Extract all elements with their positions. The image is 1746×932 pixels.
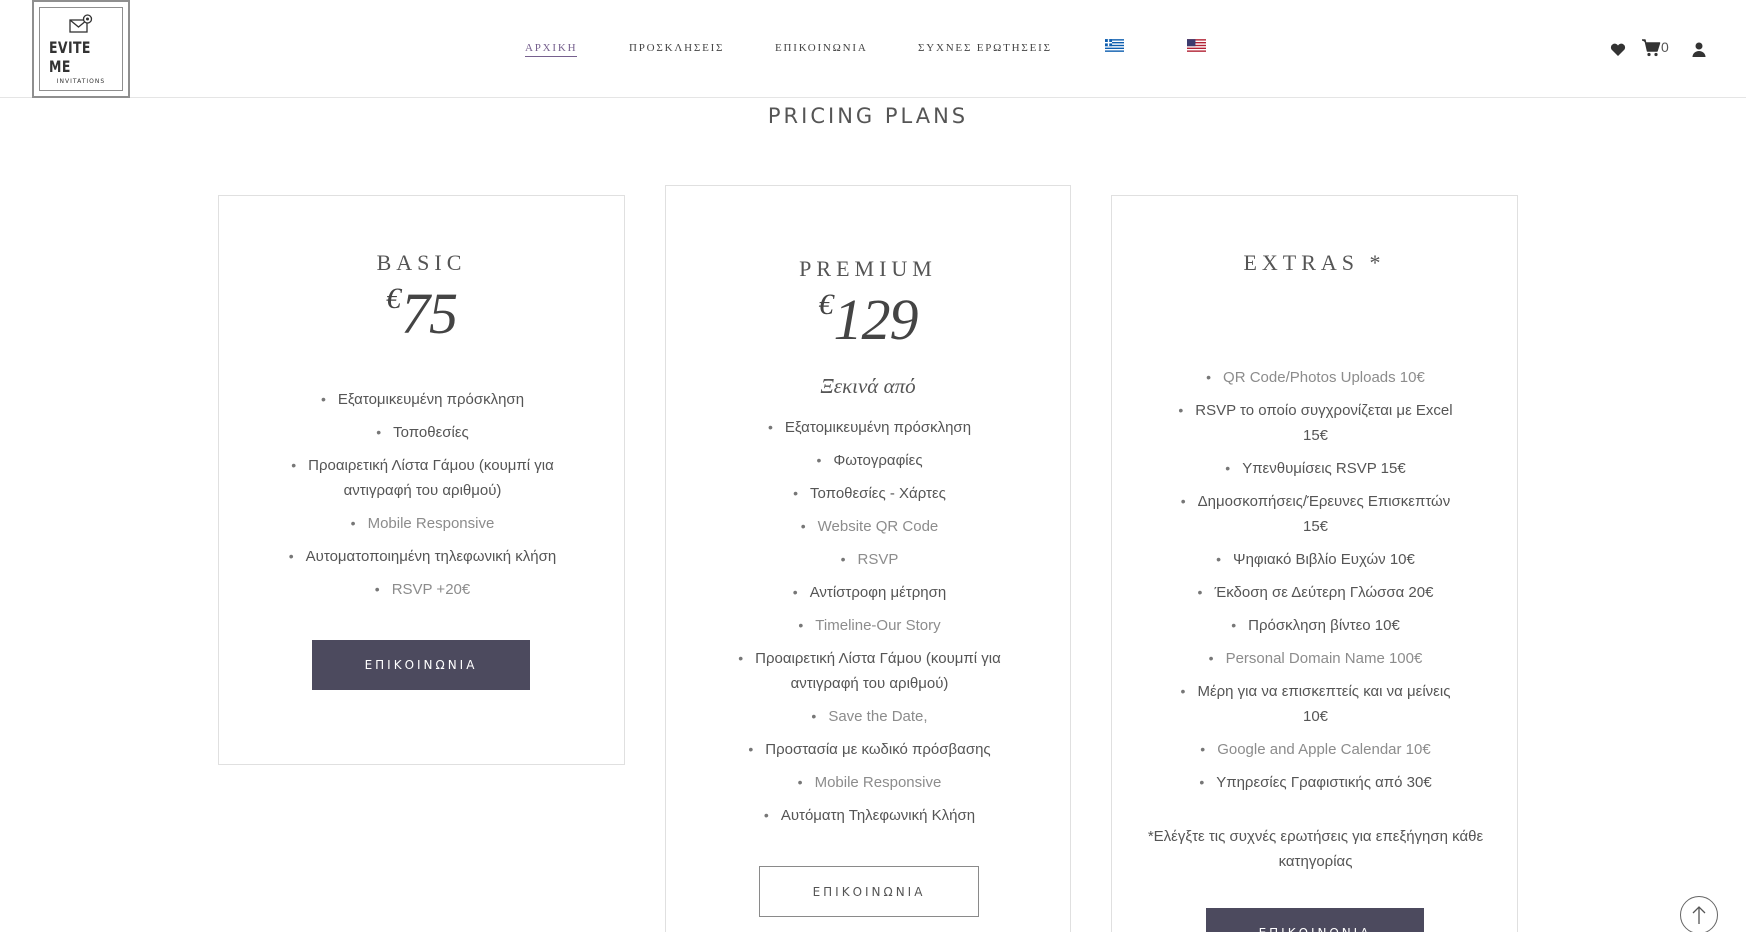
list-item: • Τοποθεσίες (376, 424, 469, 441)
price-currency: € (386, 282, 401, 315)
list-item: • Timeline-Our Story (798, 617, 941, 634)
list-item: • Αντίστροφη μέτρηση (792, 584, 947, 601)
feature-list: • QR Code/Photos Uploads 10€ • RSVP το οπο… (1172, 365, 1459, 803)
list-item: • RSVP το οποίο συγχρονίζεται με Excel 15… (1178, 402, 1453, 444)
list-item: • Mobile Responsive (350, 515, 495, 532)
list-item: • Εξατομικευμένη πρόσκληση (767, 419, 972, 436)
list-item: • Website QR Code (800, 518, 939, 535)
list-item: • Google and Apple Calendar 10€ (1200, 741, 1431, 758)
list-item: • Save the Date, (811, 708, 928, 725)
list-item: • Δημοσκοπήσεις/Έρευνες Επισκεπτών 15€ (1180, 493, 1451, 535)
list-item: • Υπενθυμίσεις RSVP 15€ (1225, 460, 1406, 477)
cart-count[interactable]: 0 (1661, 39, 1669, 55)
extras-footnote: *Ελέγξτε τις συχνές ερωτήσεις για επεξήγ… (1147, 828, 1484, 870)
list-item: • Ψηφιακό Βιβλίο Ευχών 10€ (1216, 551, 1415, 568)
list-item: • Αυτοματοποιημένη τηλεφωνική κλήση (288, 548, 557, 565)
greek-flag-icon[interactable] (1105, 39, 1124, 52)
list-item: • RSVP +20€ (374, 581, 471, 598)
cart-icon[interactable] (1641, 39, 1661, 57)
user-icon[interactable] (1692, 42, 1706, 57)
price-amount: 129 (833, 287, 919, 352)
site-header: EVITE ME INVITATIONS ΑΡΧΙΚΗ ΠΡΟΣΚΛΗΣΕΙΣ … (0, 0, 1746, 98)
plan-name: BASIC (376, 250, 467, 275)
feature-list: • Εξατομικευμένη πρόσκληση • Τοποθεσίες • Π… (279, 387, 566, 610)
pricing-card-premium: PREMIUM €129 Ξεκινά από • Εξατομικευμένη … (665, 185, 1071, 932)
feature-list: • Εξατομικευμένη πρόσκληση • Φωτογραφίες •… (726, 415, 1013, 836)
list-item: • Personal Domain Name 100€ (1208, 650, 1423, 667)
list-item: • Φωτογραφίες (816, 452, 923, 469)
section-title: PRICING PLANS (767, 104, 969, 128)
list-item: • Προαιρετική Λίστα Γάμου (κουμπί για αντ… (738, 650, 1001, 692)
contact-button-premium[interactable]: ΕΠΙΚΟΙΝΩΝΙΑ (759, 866, 979, 917)
list-item: • Τοποθεσίες - Χάρτες (793, 485, 946, 502)
arrow-up-icon (1692, 906, 1706, 924)
main-nav: ΑΡΧΙΚΗ ΠΡΟΣΚΛΗΣΕΙΣ ΕΠΙΚΟΙΝΩΝΙΑ ΣΥΧΝΕΣ ΕΡ… (0, 38, 1746, 58)
logo-subtitle: INVITATIONS (56, 77, 106, 85)
scroll-to-top-button[interactable] (1680, 896, 1718, 932)
price-amount: 75 (401, 281, 458, 346)
list-item: • Προστασία με κωδικό πρόσβασης (748, 741, 991, 758)
list-item: • Πρόσκληση βίντεο 10€ (1231, 617, 1400, 634)
nav-item-invitations[interactable]: ΠΡΟΣΚΛΗΣΕΙΣ (629, 42, 724, 54)
pricing-card-basic: BASIC €75 • Εξατομικευμένη πρόσκληση • Τοπ… (218, 195, 625, 765)
price-currency: € (818, 288, 834, 321)
nav-item-contact[interactable]: ΕΠΙΚΟΙΝΩΝΙΑ (775, 42, 868, 54)
list-item: • Προαιρετική Λίστα Γάμου (κουμπί για αντ… (291, 457, 554, 499)
contact-button-basic[interactable]: ΕΠΙΚΟΙΝΩΝΙΑ (312, 640, 530, 690)
list-item: • RSVP (840, 551, 899, 568)
list-item: • Εξατομικευμένη πρόσκληση (320, 391, 525, 408)
nav-item-faq[interactable]: ΣΥΧΝΕΣ ΕΡΩΤΗΣΕΙΣ (918, 42, 1052, 54)
plan-price: €75 (219, 280, 624, 347)
price-from-label: Ξεκινά από (820, 374, 916, 398)
list-item: • Μέρη για να επισκεπτείς και να μείνεις … (1180, 683, 1451, 725)
us-flag-icon[interactable] (1187, 39, 1206, 52)
contact-button-extras[interactable]: ΕΠΙΚΟΙΝΩΝΙΑ (1206, 908, 1424, 932)
plan-price: €129 (666, 286, 1070, 353)
list-item: • Αυτόματη Τηλεφωνική Κλήση (763, 807, 976, 824)
list-item: • QR Code/Photos Uploads 10€ (1206, 369, 1425, 386)
list-item: • Υπηρεσίες Γραφιστικής από 30€ (1199, 774, 1432, 791)
pricing-card-extras: EXTRAS * • QR Code/Photos Uploads 10€ • RS… (1111, 195, 1518, 932)
plan-name: EXTRAS * (1243, 250, 1386, 275)
plan-name: PREMIUM (799, 256, 937, 281)
list-item: • Έκδοση σε Δεύτερη Γλώσσα 20€ (1197, 584, 1434, 601)
nav-item-home[interactable]: ΑΡΧΙΚΗ (525, 42, 578, 57)
heart-icon[interactable] (1610, 43, 1626, 57)
list-item: • Mobile Responsive (797, 774, 942, 791)
envelope-icon (69, 13, 93, 33)
